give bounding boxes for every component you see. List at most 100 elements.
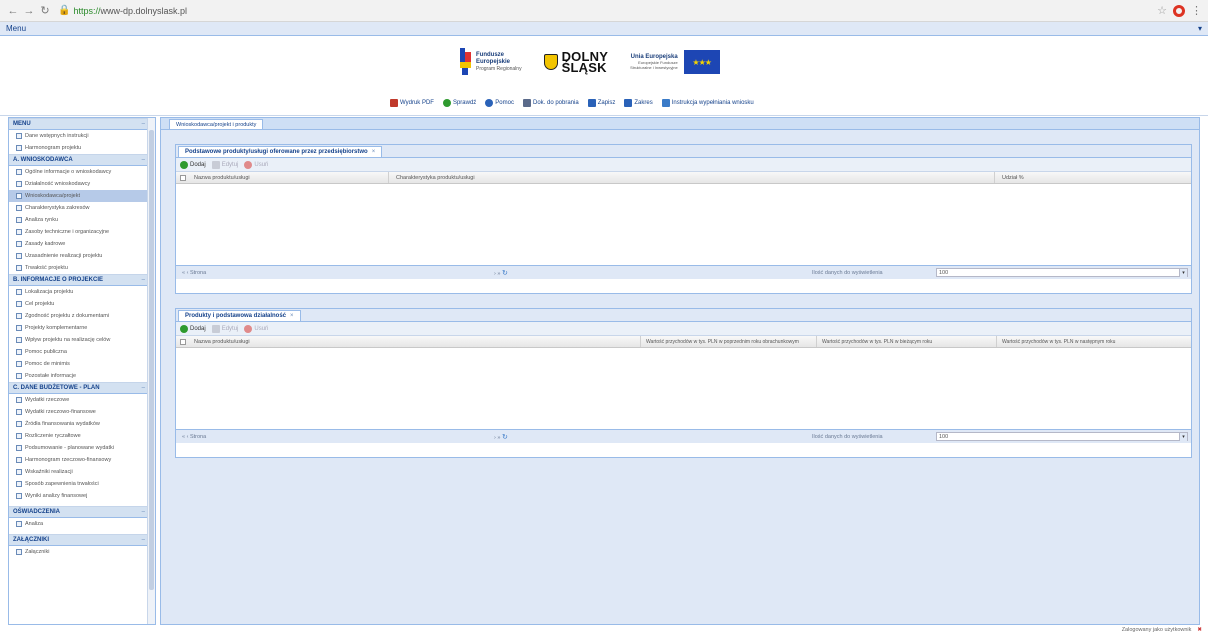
menu-icon[interactable]: ⋮ bbox=[1191, 4, 1202, 17]
forward-icon[interactable]: → bbox=[22, 4, 36, 18]
scope-button[interactable]: Zakres bbox=[624, 99, 653, 107]
edit-button[interactable]: Edytuj bbox=[211, 160, 238, 169]
add-button[interactable]: Dodaj bbox=[180, 324, 206, 333]
save-button[interactable]: Zapisz bbox=[587, 99, 615, 107]
sidebar-group-title: ZAŁĄCZNIKI bbox=[13, 537, 49, 543]
delete-button[interactable]: Usuń bbox=[244, 324, 268, 333]
bookmark-star-icon[interactable]: ☆ bbox=[1157, 4, 1167, 17]
sidebar-group-c[interactable]: C. DANE BUDŻETOWE - PLAN – bbox=[9, 382, 149, 394]
sidebar-item[interactable]: Ogólne informacje o wnioskodawcy bbox=[9, 166, 149, 178]
delete-button[interactable]: Usuń bbox=[244, 160, 268, 169]
collapse-icon[interactable]: – bbox=[142, 509, 145, 515]
sidebar-item[interactable]: Pomoc publiczna bbox=[9, 346, 149, 358]
sidebar-item[interactable]: Cel projektu bbox=[9, 298, 149, 310]
column-header[interactable]: Nazwa produktu/usługi bbox=[194, 339, 250, 345]
column-header[interactable]: Wartość przychodów w tys. PLN w bieżącym… bbox=[822, 339, 932, 345]
sidebar-item[interactable]: Wpływ projektu na realizację celów bbox=[9, 334, 149, 346]
downloads-button[interactable]: Dok. do pobrania bbox=[522, 99, 579, 107]
column-header[interactable]: Wartość przychodów w tys. PLN w poprzedn… bbox=[646, 339, 799, 345]
sidebar-item-label: Podsumowanie - planowane wydatki bbox=[25, 445, 114, 451]
sidebar-item[interactable]: Zasoby techniczne i organizacyjne bbox=[9, 226, 149, 238]
sidebar-item[interactable]: Charakterystyka zakresów bbox=[9, 202, 149, 214]
sidebar-item[interactable]: Podsumowanie - planowane wydatki bbox=[9, 442, 149, 454]
column-header[interactable]: Charakterystyka produktu/usługi bbox=[396, 175, 475, 181]
download-icon bbox=[522, 99, 531, 107]
collapse-icon[interactable]: – bbox=[142, 157, 145, 163]
sidebar-item-selected[interactable]: Wnioskodawca/projekt bbox=[9, 190, 149, 202]
sidebar-item[interactable]: Wydatki rzeczowo-finansowe bbox=[9, 406, 149, 418]
refresh-icon[interactable]: ↻ bbox=[502, 434, 508, 441]
sidebar-item[interactable]: Źródła finansowania wydatków bbox=[9, 418, 149, 430]
sidebar-item[interactable]: Harmonogram projektu bbox=[9, 142, 149, 154]
select-all-checkbox[interactable] bbox=[180, 338, 186, 345]
sidebar-item[interactable]: Wydatki rzeczowe bbox=[9, 394, 149, 406]
back-icon[interactable]: ← bbox=[6, 4, 20, 18]
sidebar-scrollbar[interactable] bbox=[147, 118, 155, 624]
chevron-down-icon[interactable]: ▾ bbox=[1179, 433, 1187, 441]
sidebar-item-label: Sposób zapewnienia trwałości bbox=[25, 481, 99, 487]
sidebar-group-statements[interactable]: OŚWIADCZENIA – bbox=[9, 506, 149, 518]
edit-button[interactable]: Edytuj bbox=[211, 324, 238, 333]
sidebar-group-menu[interactable]: MENU – bbox=[9, 118, 149, 130]
sidebar-item[interactable]: Zasady kadrowe bbox=[9, 238, 149, 250]
opera-icon[interactable] bbox=[1173, 4, 1185, 17]
sidebar-item[interactable]: Dane wstępnych instrukcji bbox=[9, 130, 149, 142]
sidebar-group-a[interactable]: A. WNIOSKODAWCA – bbox=[9, 154, 149, 166]
sidebar: MENU – Dane wstępnych instrukcji Harmonog… bbox=[8, 117, 156, 625]
sidebar-item[interactable]: Działalność wnioskodawcy bbox=[9, 178, 149, 190]
sidebar-item[interactable]: Zgodność projektu z dokumentami bbox=[9, 310, 149, 322]
logo-strip: Fundusze Europejskie Program Regionalny … bbox=[460, 48, 720, 76]
check-button[interactable]: Sprawdź bbox=[442, 99, 476, 107]
reload-icon[interactable]: ↻ bbox=[38, 4, 52, 18]
sidebar-item[interactable]: Pomoc de minimis bbox=[9, 358, 149, 370]
document-icon bbox=[16, 289, 22, 295]
sidebar-item[interactable]: Sposób zapewnienia trwałości bbox=[9, 478, 149, 490]
sidebar-item[interactable]: Załączniki bbox=[9, 546, 149, 558]
tab-wnioskodawca-projekt[interactable]: Wnioskodawca/projekt i produkty bbox=[169, 119, 264, 129]
tab-products[interactable]: Podstawowe produkty/usługi oferowane prz… bbox=[178, 146, 383, 157]
add-button[interactable]: Dodaj bbox=[180, 160, 206, 169]
per-page-select[interactable]: 100 ▾ bbox=[936, 432, 1188, 441]
sidebar-group-title: A. WNIOSKODAWCA bbox=[13, 157, 73, 163]
sidebar-item[interactable]: Harmonogram rzeczowo-finansowy bbox=[9, 454, 149, 466]
pager-next-last[interactable]: › » ↻ bbox=[494, 433, 508, 441]
collapse-icon[interactable]: – bbox=[142, 385, 145, 391]
grid-header: Nazwa produktu/usługi Charakterystyka pr… bbox=[176, 172, 1191, 184]
sidebar-item[interactable]: Rozliczenie ryczałtowe bbox=[9, 430, 149, 442]
tab-products-activity[interactable]: Produkty i podstawowa działalność × bbox=[178, 310, 301, 321]
sidebar-group-attachments[interactable]: ZAŁĄCZNIKI – bbox=[9, 534, 149, 546]
chevron-down-icon[interactable]: ▾ bbox=[1198, 24, 1202, 33]
sidebar-item[interactable]: Lokalizacja projektu bbox=[9, 286, 149, 298]
collapse-icon[interactable]: – bbox=[142, 537, 145, 543]
scrollbar-thumb[interactable] bbox=[149, 130, 154, 590]
select-all-checkbox[interactable] bbox=[180, 174, 186, 181]
pager-next-last[interactable]: › » ↻ bbox=[494, 269, 508, 277]
chevron-down-icon[interactable]: ▾ bbox=[1179, 269, 1187, 277]
instructions-button[interactable]: Instrukcja wypełniania wniosku bbox=[661, 99, 754, 107]
sidebar-item[interactable]: Wskaźniki realizacji bbox=[9, 466, 149, 478]
logout-icon[interactable]: ✖ bbox=[1197, 627, 1202, 633]
sidebar-group-b[interactable]: B. INFORMACJE O PROJEKCIE – bbox=[9, 274, 149, 286]
sidebar-item[interactable]: Pozostałe informacje bbox=[9, 370, 149, 382]
address-bar[interactable]: https://www-dp.dolnyslask.pl bbox=[73, 6, 187, 16]
collapse-icon[interactable]: – bbox=[142, 277, 145, 283]
column-header[interactable]: Nazwa produktu/usługi bbox=[194, 175, 250, 181]
pager-first-prev[interactable]: « ‹ Strona bbox=[182, 434, 206, 440]
sidebar-item[interactable]: Trwałość projektu bbox=[9, 262, 149, 274]
column-header[interactable]: Wartość przychodów w tys. PLN w następny… bbox=[1002, 339, 1115, 345]
collapse-icon[interactable]: – bbox=[142, 121, 145, 127]
refresh-icon[interactable]: ↻ bbox=[502, 270, 508, 277]
pager-first-prev[interactable]: « ‹ Strona bbox=[182, 270, 206, 276]
sidebar-item[interactable]: Analiza rynku bbox=[9, 214, 149, 226]
sidebar-item[interactable]: Uzasadnienie realizacji projektu bbox=[9, 250, 149, 262]
column-header[interactable]: Udział % bbox=[1002, 175, 1024, 181]
help-button[interactable]: Pomoc bbox=[485, 99, 514, 107]
sidebar-item[interactable]: Projekty komplementarne bbox=[9, 322, 149, 334]
pdf-button[interactable]: Wydruk PDF bbox=[390, 99, 434, 107]
sidebar-item[interactable]: Analiza bbox=[9, 518, 149, 530]
close-icon[interactable]: × bbox=[290, 313, 294, 319]
sidebar-item[interactable]: Wyniki analizy finansowej bbox=[9, 490, 149, 502]
per-page-select[interactable]: 100 ▾ bbox=[936, 268, 1188, 277]
app-menu-title[interactable]: Menu bbox=[6, 24, 26, 33]
close-icon[interactable]: × bbox=[372, 149, 376, 155]
